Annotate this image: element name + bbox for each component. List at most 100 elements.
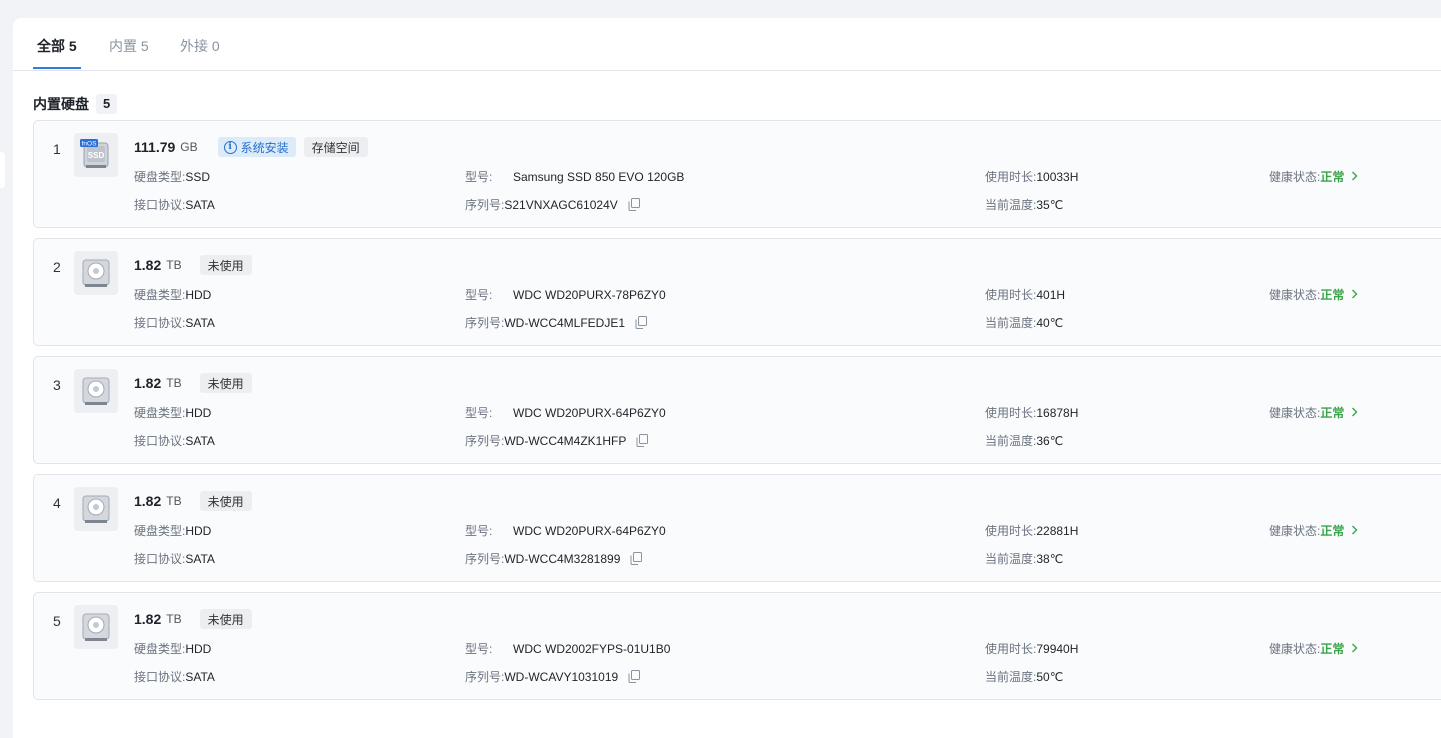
- serial-field: 序列号: S21VNXAGC61024V: [465, 196, 640, 213]
- tab-all[interactable]: 全部 5: [37, 36, 77, 56]
- chevron-right-icon[interactable]: [1351, 169, 1358, 184]
- copy-icon[interactable]: [636, 434, 649, 447]
- health-value[interactable]: 正常: [1320, 168, 1344, 185]
- health-field[interactable]: 健康状态: 正常: [1269, 286, 1358, 303]
- serial-value: WD-WCC4MLFEDJE1: [504, 315, 626, 330]
- disk-card[interactable]: 3 1.82 TB 未使用 硬盘类型: HDD 型号: WDC WD20PURX…: [33, 356, 1441, 464]
- tag-system-install: i 系统安装: [217, 137, 296, 157]
- interface-label: 接口协议:: [134, 670, 186, 684]
- interface-value: SATA: [185, 433, 215, 448]
- disk-type-label: 硬盘类型:: [134, 524, 186, 538]
- usage-time-field: 使用时长: 10033H: [985, 168, 1078, 185]
- health-field[interactable]: 健康状态: 正常: [1269, 168, 1358, 185]
- model-field: 型号: WDC WD2002FYPS-01U1B0: [465, 640, 670, 657]
- interface-value: SATA: [185, 315, 215, 330]
- capacity-value: 1.82: [134, 611, 162, 627]
- temperature-field: 当前温度: 35℃: [985, 196, 1063, 213]
- disk-index: 5: [53, 613, 61, 629]
- usage-time-value: 22881H: [1036, 523, 1079, 538]
- disk-index: 1: [53, 141, 61, 157]
- usage-time-label: 使用时长:: [985, 642, 1037, 656]
- temperature-value: 38℃: [1036, 551, 1064, 566]
- model-field: 型号: WDC WD20PURX-64P6ZY0: [465, 522, 666, 539]
- health-label: 健康状态:: [1269, 288, 1321, 302]
- capacity-unit: TB: [166, 258, 182, 272]
- disk-type-value: HDD: [185, 405, 212, 420]
- interface-value: SATA: [185, 669, 215, 684]
- disk-card[interactable]: 4 1.82 TB 未使用 硬盘类型: HDD 型号: WDC WD20PURX…: [33, 474, 1441, 582]
- health-value[interactable]: 正常: [1320, 640, 1344, 657]
- health-value[interactable]: 正常: [1320, 522, 1344, 539]
- copy-icon[interactable]: [635, 316, 648, 329]
- copy-icon[interactable]: [630, 552, 643, 565]
- interface-value: SATA: [185, 197, 215, 212]
- health-label: 健康状态:: [1269, 642, 1321, 656]
- serial-value: S21VNXAGC61024V: [504, 197, 618, 212]
- capacity-value: 1.82: [134, 257, 162, 273]
- serial-label: 序列号:: [465, 316, 505, 330]
- fnos-logo-text: fnOS: [82, 141, 97, 148]
- health-field[interactable]: 健康状态: 正常: [1269, 404, 1358, 421]
- temperature-label: 当前温度:: [985, 552, 1037, 566]
- model-label: 型号:: [465, 524, 493, 538]
- disk-type-field: 硬盘类型: HDD: [134, 640, 211, 657]
- usage-time-value: 401H: [1036, 287, 1066, 302]
- info-icon: i: [223, 140, 237, 154]
- capacity-unit: TB: [166, 494, 182, 508]
- health-field[interactable]: 健康状态: 正常: [1269, 640, 1358, 657]
- serial-value: WD-WCAVY1031019: [504, 669, 619, 684]
- disk-type-label: 硬盘类型:: [134, 288, 186, 302]
- tab-external[interactable]: 外接 0: [180, 36, 220, 56]
- serial-value: WD-WCC4M3281899: [504, 551, 621, 566]
- ssd-fnos-icon: SSD fnOS: [74, 133, 118, 177]
- health-label: 健康状态:: [1269, 524, 1321, 538]
- chevron-right-icon[interactable]: [1351, 405, 1358, 420]
- usage-time-value: 16878H: [1036, 405, 1079, 420]
- capacity-value: 1.82: [134, 493, 162, 509]
- copy-icon[interactable]: [628, 198, 640, 211]
- serial-field: 序列号: WD-WCC4MLFEDJE1: [465, 314, 648, 331]
- model-value: WDC WD20PURX-64P6ZY0: [513, 523, 666, 538]
- health-label: 健康状态:: [1269, 170, 1321, 184]
- disk-type-field: 硬盘类型: HDD: [134, 404, 211, 421]
- serial-label: 序列号:: [465, 198, 505, 212]
- chevron-right-icon[interactable]: [1351, 641, 1358, 656]
- interface-label: 接口协议:: [134, 434, 186, 448]
- disk-status-tag: 未使用: [199, 373, 252, 393]
- interface-field: 接口协议: SATA: [134, 432, 215, 449]
- model-value: WDC WD2002FYPS-01U1B0: [513, 641, 671, 656]
- disk-card[interactable]: 2 1.82 TB 未使用 硬盘类型: HDD 型号: WDC WD20PURX…: [33, 238, 1441, 346]
- disk-card[interactable]: 1 SSD fnOS 111.79 GB i 系统安装 存储空间 硬盘类型: SS…: [33, 120, 1441, 228]
- section-header: 内置硬盘 5: [33, 94, 118, 114]
- tab-internal[interactable]: 内置 5: [109, 36, 149, 56]
- disk-type-value: SSD: [185, 169, 211, 184]
- model-label: 型号:: [465, 642, 493, 656]
- serial-label: 序列号:: [465, 434, 505, 448]
- chevron-right-icon[interactable]: [1351, 287, 1358, 302]
- temperature-label: 当前温度:: [985, 670, 1037, 684]
- serial-field: 序列号: WD-WCAVY1031019: [465, 668, 641, 685]
- disk-card[interactable]: 5 1.82 TB 未使用 硬盘类型: HDD 型号: WDC WD2002FY…: [33, 592, 1441, 700]
- temperature-field: 当前温度: 40℃: [985, 314, 1063, 331]
- model-field: 型号: WDC WD20PURX-64P6ZY0: [465, 404, 666, 421]
- disk-status-tag: 未使用: [199, 609, 252, 629]
- hdd-icon: [74, 369, 118, 413]
- usage-time-field: 使用时长: 16878H: [985, 404, 1078, 421]
- model-value: Samsung SSD 850 EVO 120GB: [513, 169, 685, 184]
- chevron-right-icon[interactable]: [1351, 523, 1358, 538]
- hdd-icon: [74, 605, 118, 649]
- hdd-icon: [74, 487, 118, 531]
- interface-field: 接口协议: SATA: [134, 668, 215, 685]
- disk-type-label: 硬盘类型:: [134, 170, 186, 184]
- health-value[interactable]: 正常: [1320, 404, 1344, 421]
- health-value[interactable]: 正常: [1320, 286, 1344, 303]
- usage-time-label: 使用时长:: [985, 288, 1037, 302]
- disk-status-tag: 未使用: [199, 491, 252, 511]
- temperature-value: 50℃: [1036, 669, 1064, 684]
- serial-field: 序列号: WD-WCC4M3281899: [465, 550, 643, 567]
- serial-label: 序列号:: [465, 670, 505, 684]
- health-field[interactable]: 健康状态: 正常: [1269, 522, 1358, 539]
- disk-type-label: 硬盘类型:: [134, 642, 186, 656]
- copy-icon[interactable]: [628, 670, 641, 683]
- disk-type-value: HDD: [185, 641, 212, 656]
